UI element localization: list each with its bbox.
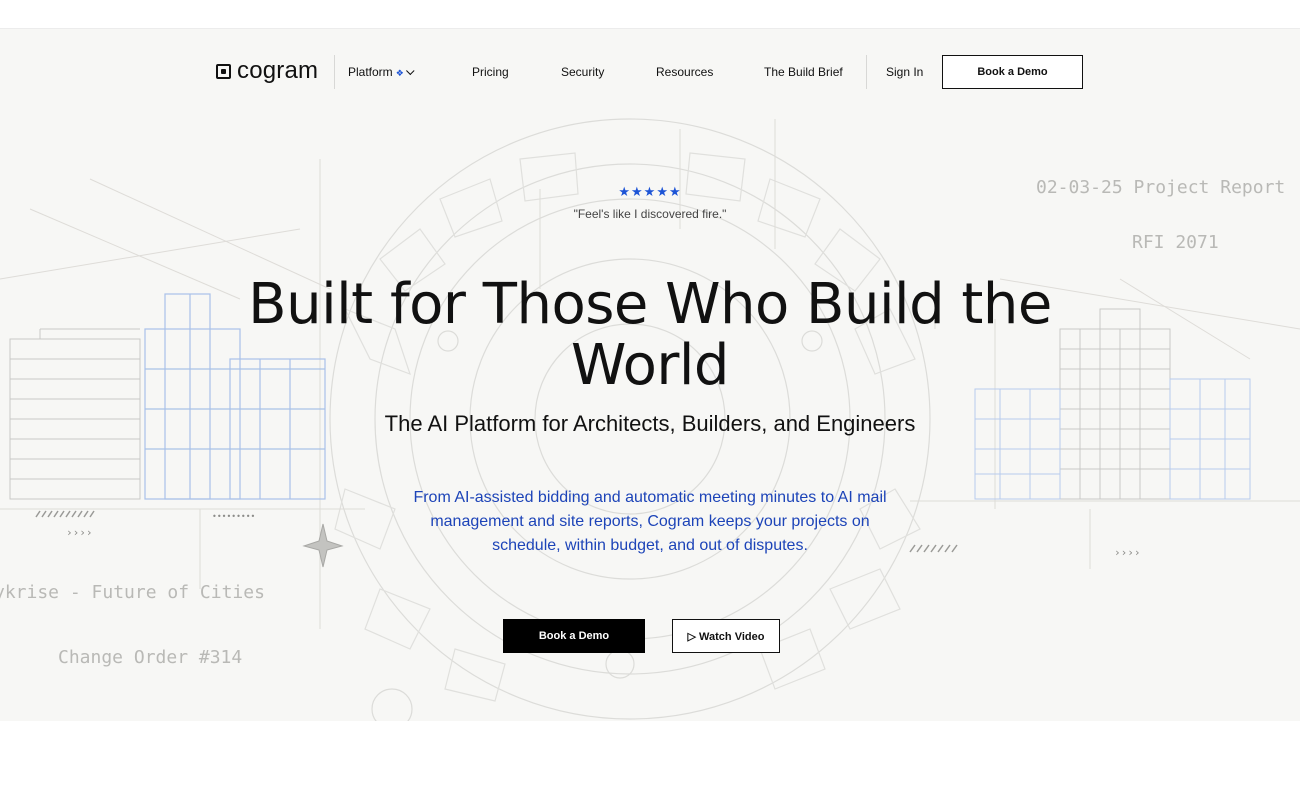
bg-label-change-order: Change Order #314 <box>58 647 243 668</box>
bg-label-future-cities: ykrise - Future of Cities <box>0 582 265 603</box>
brand-name: cogram <box>237 57 319 84</box>
hero-title: Built for Those Who Build the World <box>248 272 1052 398</box>
book-demo-button[interactable]: Book a Demo <box>503 619 645 653</box>
sign-in-link[interactable]: Sign In <box>886 64 923 80</box>
testimonial-quote: "Feel's like I discovered fire." <box>573 207 727 221</box>
watch-video-label: ▷ Watch Video <box>687 630 765 643</box>
hero-subtitle: The AI Platform for Architects, Builders… <box>384 411 916 436</box>
nav-build-brief[interactable]: The Build Brief <box>764 64 843 80</box>
hero-description: From AI-assisted bidding and automatic m… <box>413 489 887 554</box>
chevron-down-icon <box>405 66 415 76</box>
platform-diamond-icon: ❖ <box>395 68 404 78</box>
bg-dots: ••••••••• <box>212 512 256 521</box>
nav-resources[interactable]: Resources <box>656 64 713 80</box>
cogram-logo-icon <box>216 63 231 79</box>
nav-book-demo-button[interactable]: Book a Demo <box>942 55 1083 89</box>
bg-label-rfi: RFI 2071 <box>1132 232 1219 253</box>
bg-arrows-right: ›››› <box>1114 546 1141 559</box>
hero-section: 02-03-25 Project Report RFI 2071 ykrise … <box>0 28 1300 721</box>
rating-stars: ★★★★★ <box>618 184 682 199</box>
watch-video-button[interactable]: ▷ Watch Video <box>672 619 780 653</box>
nav-divider-right <box>866 55 867 89</box>
nav-platform-label: Platform <box>348 65 393 79</box>
nav-security[interactable]: Security <box>561 64 604 80</box>
top-navigation: cogram Platform ❖ Pricing Security Resour… <box>0 29 1300 117</box>
bg-arrows-left: ›››› <box>66 526 93 539</box>
cogram-logo[interactable]: cogram <box>216 57 319 84</box>
nav-pricing[interactable]: Pricing <box>472 64 509 80</box>
nav-divider <box>334 55 335 89</box>
nav-platform-dropdown[interactable]: Platform ❖ <box>348 64 415 81</box>
